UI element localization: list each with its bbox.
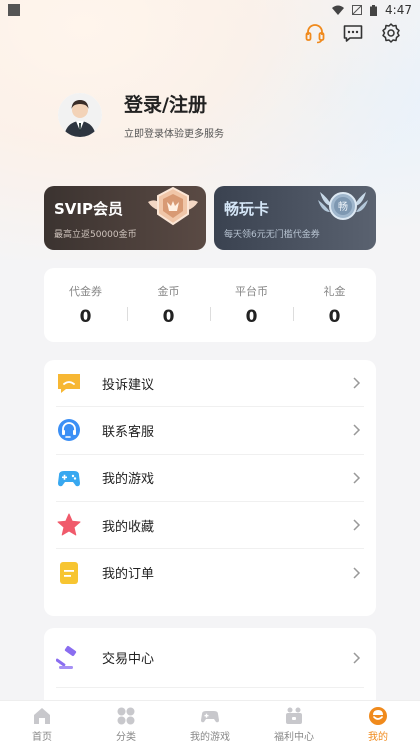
tab-home[interactable]: 首页 [0,701,84,748]
profile-icon [368,706,388,726]
stat-label: 平台币 [235,285,268,298]
status-time: 4:47 [385,3,412,17]
home-icon [32,706,52,726]
menu-item-trading-center[interactable]: 交易中心 [56,628,364,688]
stat-label: 代金券 [69,285,102,298]
menu-item-orders[interactable]: 我的订单 [56,549,364,596]
no-signal-icon [352,5,363,15]
headset-icon[interactable] [304,22,326,44]
gavel-icon [56,645,82,671]
settings-icon[interactable] [380,22,402,44]
stat-value: 0 [162,307,175,327]
login-subtitle: 立即登录体验更多服务 [124,129,224,140]
tab-welfare[interactable]: 福利中心 [252,701,336,748]
stat-coins[interactable]: 金币 0 [127,283,210,327]
menu-item-label: 交易中心 [102,652,155,667]
star-icon [56,512,82,538]
play-card-subtitle: 每天领6元无门槛代金券 [224,230,320,240]
wallet-stats: 代金券 0 金币 0 平台币 0 礼金 0 [44,268,376,342]
svip-subtitle: 最高立返50000金币 [54,230,137,240]
svip-card[interactable]: SVIP会员 最高立返50000金币 [44,186,206,250]
tab-category[interactable]: 分类 [84,701,168,748]
message-icon[interactable] [342,22,364,44]
tab-label: 福利中心 [274,732,314,743]
stat-gift-money[interactable]: 礼金 0 [293,283,376,327]
gift-icon [284,706,304,726]
play-card[interactable]: 畅玩卡 每天领6元无门槛代金券 畅 [214,186,376,250]
stat-label: 礼金 [323,285,346,298]
chevron-right-icon [350,566,364,580]
chevron-right-icon [350,423,364,437]
tab-label: 首页 [32,732,52,743]
notification-icon [8,4,20,16]
menu-item-favorites[interactable]: 我的收藏 [56,502,364,550]
svip-title: SVIP会员 [54,200,123,218]
chevron-right-icon [350,518,364,532]
stat-value: 0 [328,307,341,327]
stat-platform-coins[interactable]: 平台币 0 [210,283,293,327]
stat-voucher[interactable]: 代金券 0 [44,283,127,327]
order-icon [56,560,82,586]
menu-item-customer-service[interactable]: 联系客服 [56,407,364,455]
menu-item-label: 我的订单 [102,567,155,583]
wifi-icon [332,5,345,15]
tab-my-games[interactable]: 我的游戏 [168,701,252,748]
complaint-icon [56,370,82,396]
gamepad-icon [200,706,220,726]
status-bar: 4:47 [0,0,420,20]
gamepad-icon [56,465,82,491]
menu-item-label: 我的游戏 [102,472,155,488]
main-menu: 投诉建议 联系客服 我的游戏 我的收藏 我的订单 [44,360,376,616]
menu-item-label: 我的收藏 [102,519,155,535]
menu-item-my-games[interactable]: 我的游戏 [56,455,364,502]
tab-label: 我的 [368,732,388,743]
chevron-right-icon [350,376,364,390]
login-register-link[interactable]: 登录/注册 [124,90,224,117]
chevron-right-icon [350,651,364,665]
tab-mine[interactable]: 我的 [336,701,420,748]
chevron-right-icon [350,471,364,485]
stat-value: 0 [79,307,92,327]
stat-value: 0 [245,307,258,327]
menu-item-label: 投诉建议 [102,377,155,393]
menu-item-label: 联系客服 [102,424,155,440]
customer-service-icon [56,417,82,443]
play-card-title: 畅玩卡 [224,200,270,218]
bottom-tab-bar: 首页 分类 我的游戏 福利中心 我的 [0,700,420,748]
tab-label: 我的游戏 [190,732,230,743]
category-icon [116,706,136,726]
battery-icon [370,4,378,16]
menu-item-complaint[interactable]: 投诉建议 [56,360,364,408]
tab-label: 分类 [116,732,136,743]
stat-label: 金币 [157,285,180,298]
avatar[interactable] [58,93,102,137]
